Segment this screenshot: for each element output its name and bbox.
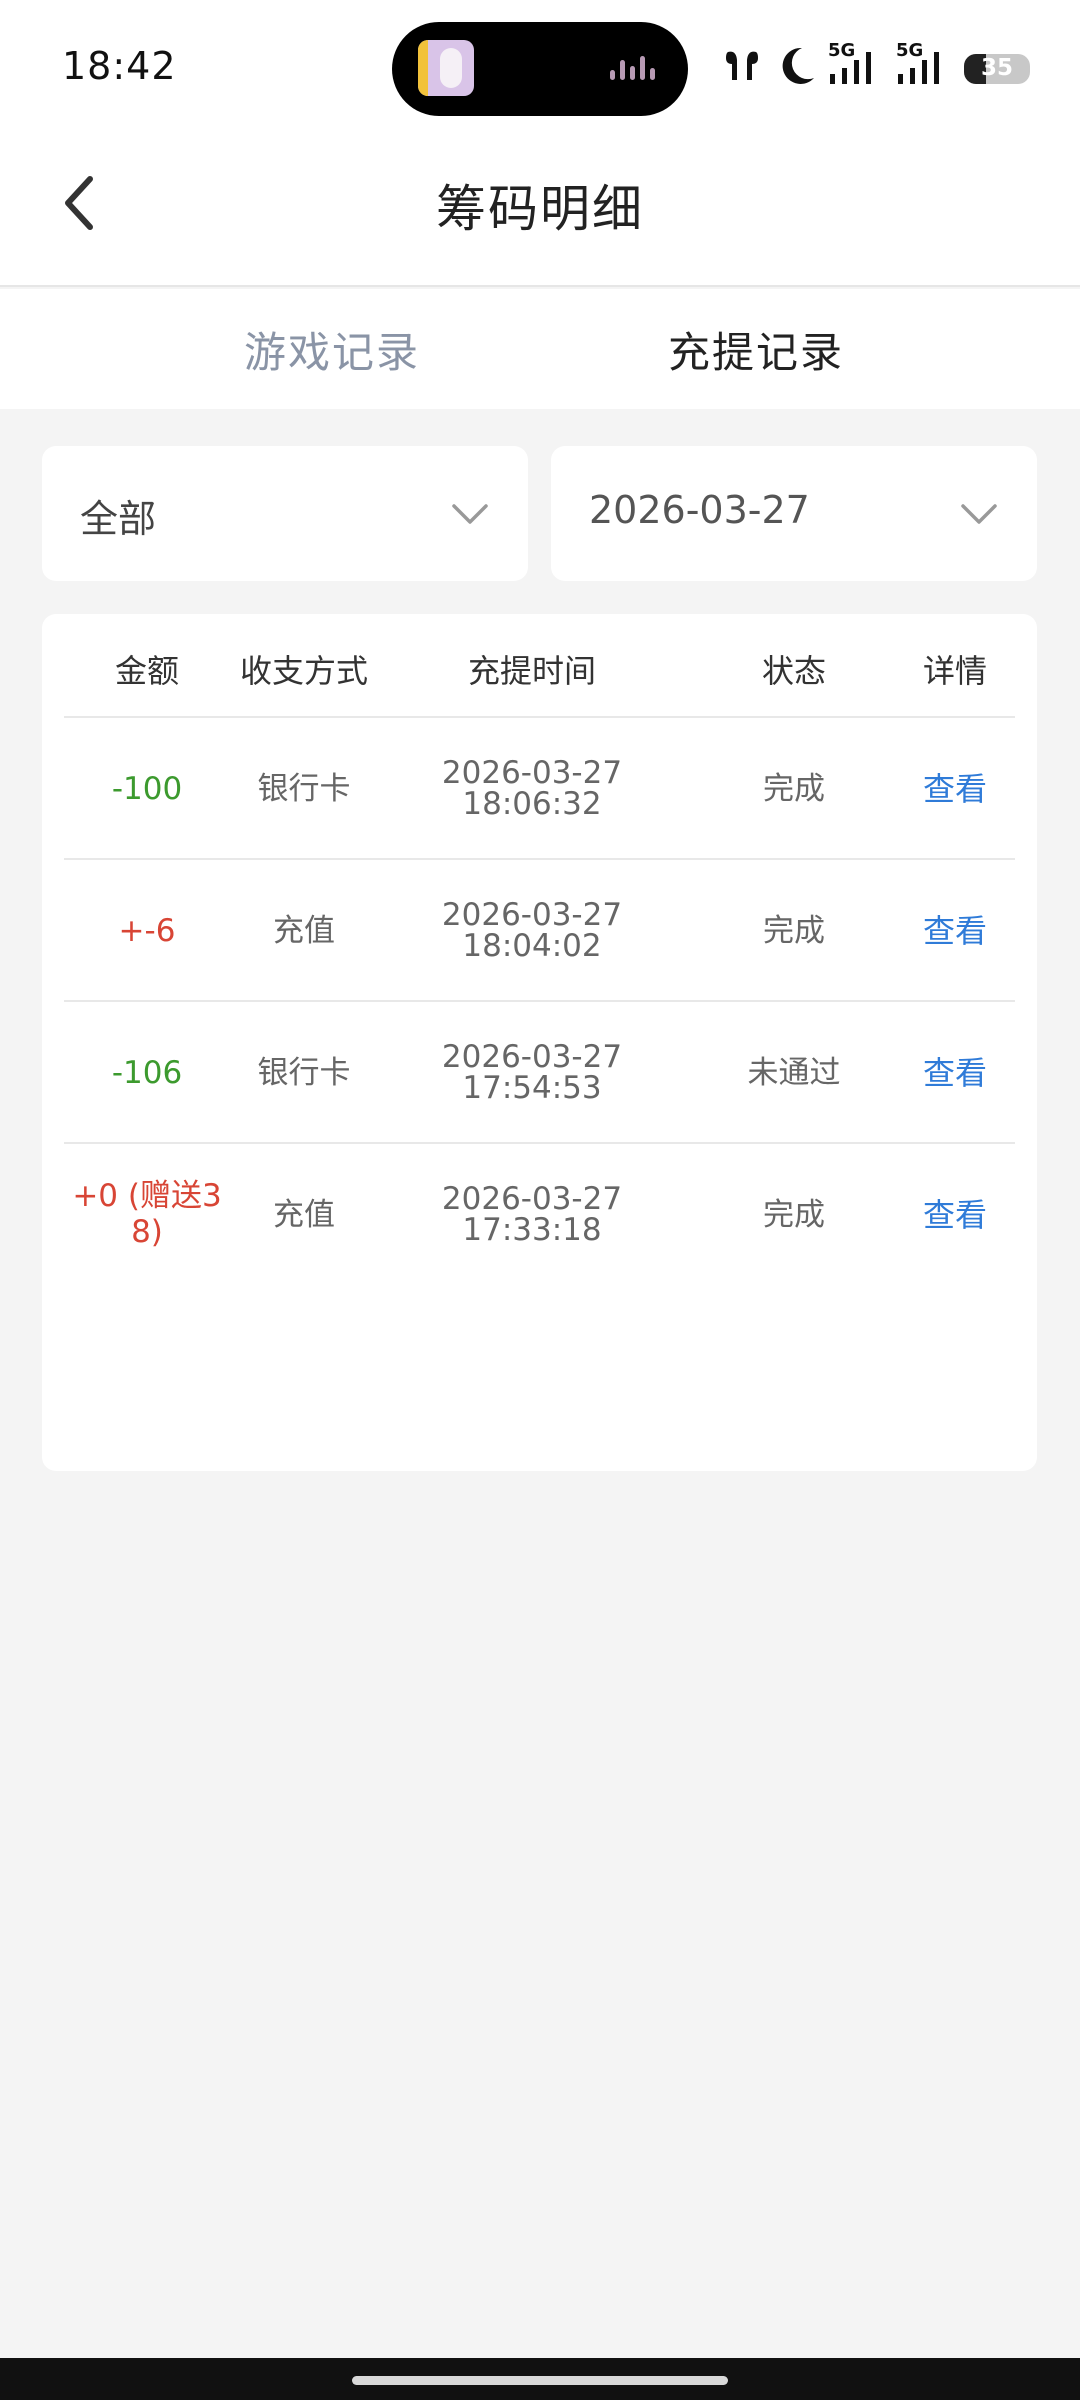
table-header: 金额 收支方式 充提时间 状态 详情 xyxy=(64,614,1015,718)
records-table: 金额 收支方式 充提时间 状态 详情 -100 银行卡 2026-03-27 1… xyxy=(42,614,1037,1471)
system-nav-bar xyxy=(0,2358,1080,2400)
method-cell: 充值 xyxy=(232,1144,376,1286)
type-filter-select[interactable]: 全部 xyxy=(42,446,528,581)
status-time: 18:42 xyxy=(62,44,177,88)
table-row: -100 银行卡 2026-03-27 18:06:32 完成 查看 xyxy=(64,718,1015,860)
amount-value: +0 (赠送38) xyxy=(72,1178,222,1250)
page-title: 筹码明细 xyxy=(436,180,644,238)
signal-icon: 5G xyxy=(896,40,956,92)
amount-value: +-6 xyxy=(118,912,176,949)
table-row: -106 银行卡 2026-03-27 17:54:53 未通过 查看 xyxy=(64,1002,1015,1144)
amount-cell: +0 (赠送38) xyxy=(64,1144,230,1286)
detail-cell: 查看 xyxy=(896,718,1014,860)
time-cell: 2026-03-27 18:04:02 xyxy=(384,860,680,1002)
amount-value: -100 xyxy=(111,770,183,807)
amount-cell: -106 xyxy=(64,1002,230,1144)
status-value: 完成 xyxy=(763,912,825,949)
view-detail-link[interactable]: 查看 xyxy=(923,915,987,947)
column-header-method: 收支方式 xyxy=(239,652,368,690)
moon-icon xyxy=(782,47,814,84)
status-value: 完成 xyxy=(763,1196,825,1233)
type-filter-value: 全部 xyxy=(80,497,157,541)
dynamic-island[interactable] xyxy=(392,22,688,116)
earbuds-icon xyxy=(726,51,758,80)
column-header-status: 状态 xyxy=(761,652,826,690)
column-header-amount: 金额 xyxy=(114,652,179,690)
app-header: 筹码明细 xyxy=(0,135,1080,287)
time-value: 2026-03-27 17:54:53 xyxy=(441,1039,623,1106)
detail-cell: 查看 xyxy=(896,1144,1014,1286)
column-header-time: 充提时间 xyxy=(467,652,596,690)
time-cell: 2026-03-27 17:54:53 xyxy=(384,1002,680,1144)
media-thumbnail-icon xyxy=(418,40,474,96)
column-header-detail: 详情 xyxy=(922,652,987,690)
amount-cell: -100 xyxy=(64,718,230,860)
status-value: 完成 xyxy=(763,770,825,807)
date-filter-value: 2026-03-27 xyxy=(589,488,810,532)
time-value: 2026-03-27 18:04:02 xyxy=(441,897,623,964)
method-value: 银行卡 xyxy=(257,1054,351,1091)
battery-level: 35 xyxy=(980,55,1013,81)
status-value: 未通过 xyxy=(747,1054,841,1091)
amount-cell: +-6 xyxy=(64,860,230,1002)
detail-cell: 查看 xyxy=(896,1002,1014,1144)
tab-deposit-withdraw-records[interactable]: 充提记录 xyxy=(668,319,844,380)
status-bar: 18:42 5G 5G 35 xyxy=(0,0,1080,135)
status-icons: 5G 5G 35 xyxy=(720,40,1040,92)
date-filter-select[interactable]: 2026-03-27 xyxy=(551,446,1037,581)
method-value: 充值 xyxy=(273,1196,335,1233)
table-row: +0 (赠送38) 充值 2026-03-27 17:33:18 完成 查看 xyxy=(64,1144,1015,1286)
tab-game-records[interactable]: 游戏记录 xyxy=(244,319,420,380)
view-detail-link[interactable]: 查看 xyxy=(923,1057,987,1089)
chevron-down-icon xyxy=(961,504,997,524)
view-detail-link[interactable]: 查看 xyxy=(923,1199,987,1231)
status-cell: 完成 xyxy=(694,860,894,1002)
method-value: 银行卡 xyxy=(257,770,351,807)
status-cell: 完成 xyxy=(694,1144,894,1286)
status-cell: 未通过 xyxy=(694,1002,894,1144)
method-value: 充值 xyxy=(273,912,335,949)
method-cell: 银行卡 xyxy=(232,718,376,860)
detail-cell: 查看 xyxy=(896,860,1014,1002)
method-cell: 银行卡 xyxy=(232,1002,376,1144)
signal-icon: 5G xyxy=(828,40,888,92)
time-cell: 2026-03-27 18:06:32 xyxy=(384,718,680,860)
time-cell: 2026-03-27 17:33:18 xyxy=(384,1144,680,1286)
time-value: 2026-03-27 17:33:18 xyxy=(441,1181,623,1248)
method-cell: 充值 xyxy=(232,860,376,1002)
amount-value: -106 xyxy=(111,1054,183,1091)
table-row: +-6 充值 2026-03-27 18:04:02 完成 查看 xyxy=(64,860,1015,1002)
tab-bar: 游戏记录 充提记录 xyxy=(0,289,1080,409)
battery-icon: 35 xyxy=(964,54,1030,84)
home-indicator[interactable] xyxy=(352,2376,728,2385)
audio-wave-icon xyxy=(610,52,662,86)
page: 18:42 5G 5G 35 筹码明细 游戏记录 充提记录 全部 2026-03… xyxy=(0,0,1080,2400)
status-cell: 完成 xyxy=(694,718,894,860)
chevron-down-icon xyxy=(452,504,488,524)
time-value: 2026-03-27 18:06:32 xyxy=(441,755,623,822)
view-detail-link[interactable]: 查看 xyxy=(923,773,987,805)
